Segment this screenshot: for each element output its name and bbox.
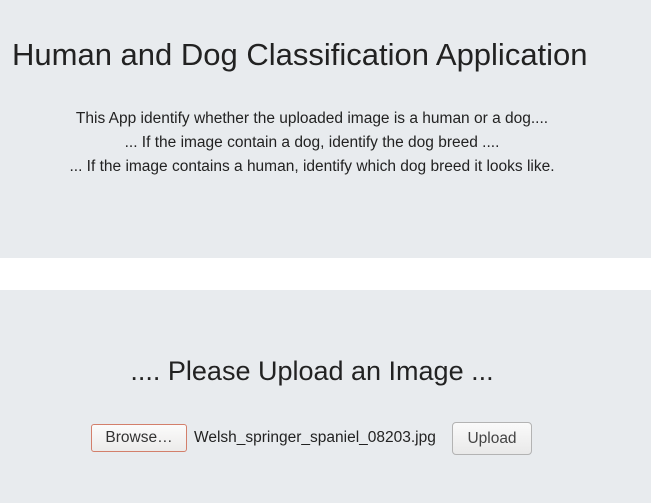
browse-button[interactable]: Browse… [91,424,187,452]
description-line: This App identify whether the uploaded i… [75,110,549,127]
hero-section: Human and Dog Classification Application… [0,0,651,258]
upload-heading: .... Please Upload an Image ... [130,356,494,386]
page-title: Human and Dog Classification Application [12,37,588,72]
selected-file-name: Welsh_springer_spaniel_08203.jpg [194,429,436,446]
section-divider [0,258,651,290]
app-description: This App identify whether the uploaded i… [0,107,624,179]
description-line: ... If the image contain a dog, identify… [124,134,500,151]
upload-section: .... Please Upload an Image ... Browse… … [0,290,651,503]
description-line: ... If the image contains a human, ident… [69,158,555,175]
upload-button[interactable]: Upload [452,422,532,455]
